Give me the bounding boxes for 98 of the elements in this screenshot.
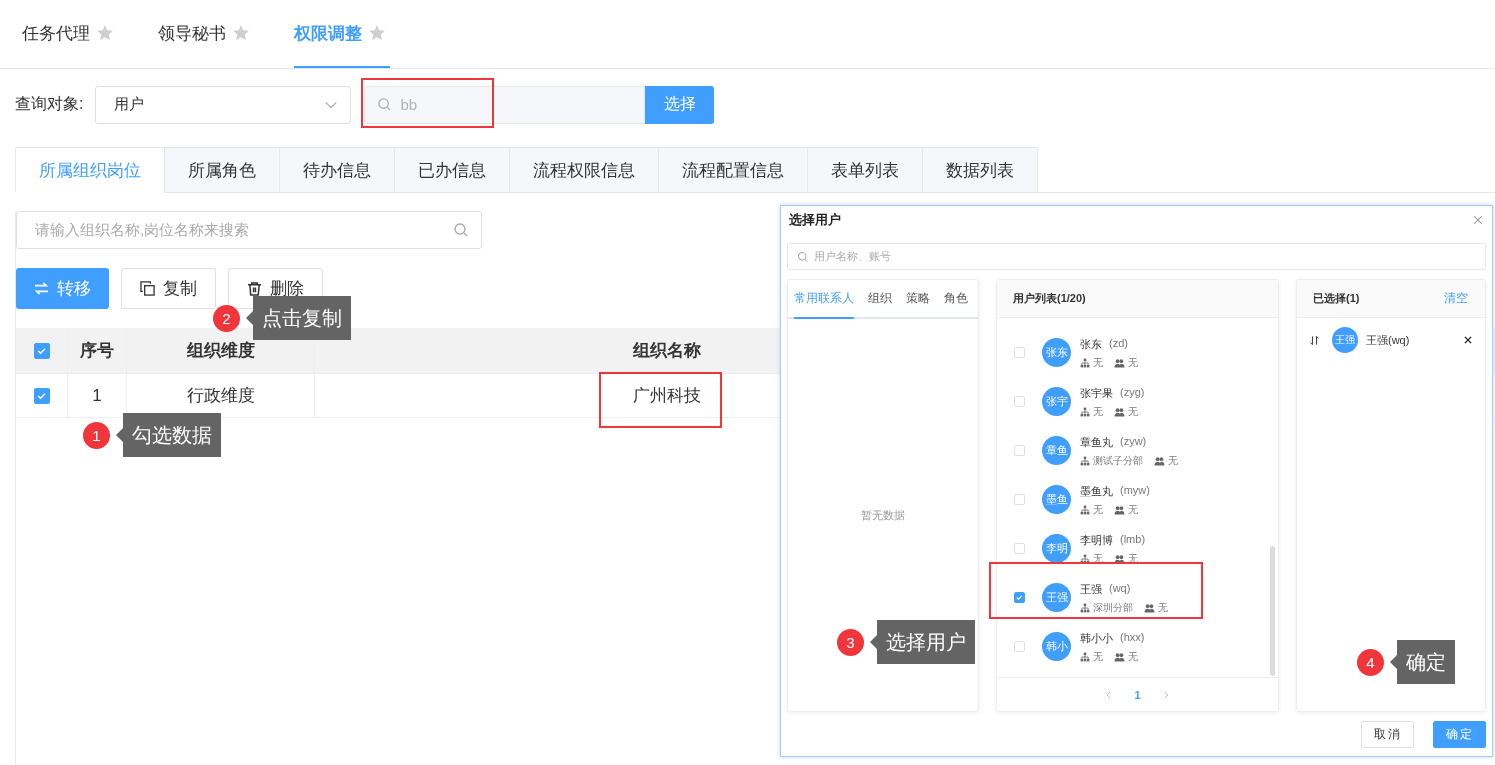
tab[interactable]: 组织 — [868, 280, 892, 319]
people-icon — [1114, 553, 1125, 564]
role-name: 无 — [1128, 405, 1138, 418]
tab[interactable]: 数据列表 — [923, 147, 1038, 193]
user-item[interactable]: 韩小 韩小小 (hxx) 无 无 — [997, 622, 1278, 671]
people-icon — [1114, 651, 1125, 662]
swap-icon — [34, 281, 49, 296]
org-name: 无 — [1093, 650, 1103, 663]
callout-tooltip: 勾选数据 — [116, 413, 221, 457]
selected-user: 王强(wq) — [1366, 332, 1411, 348]
org-name: 测试子分部 — [1093, 454, 1143, 467]
org-name: 无 — [1093, 405, 1103, 418]
empty-text: 暂无数据 — [861, 507, 905, 523]
star-icon — [368, 24, 386, 42]
star-icon — [96, 24, 114, 42]
avatar: 墨鱼 — [1042, 485, 1071, 514]
org-name: 深圳分部 — [1093, 601, 1133, 614]
row-checkbox[interactable] — [33, 387, 50, 404]
search-icon — [797, 250, 809, 263]
checkbox[interactable] — [1014, 592, 1025, 603]
user-name: 张宇果 — [1080, 385, 1113, 401]
tab[interactable]: 流程权限信息 — [510, 147, 659, 193]
callout-tooltip: 点击复制 — [246, 296, 351, 340]
copy-button[interactable]: 复制 — [121, 268, 216, 309]
avatar: 张宇 — [1042, 387, 1071, 416]
tab[interactable]: 流程配置信息 — [659, 147, 808, 193]
callout-tooltip: 选择用户 — [870, 620, 975, 664]
check-icon — [1015, 593, 1024, 602]
tab[interactable]: 任务代理 — [22, 0, 118, 68]
role-name: 无 — [1168, 454, 1178, 467]
tab[interactable]: 表单列表 — [808, 147, 923, 193]
org-name: 无 — [1093, 503, 1103, 516]
org-icon — [1080, 357, 1090, 368]
avatar: 王强 — [1042, 583, 1071, 612]
scrollbar[interactable] — [1270, 546, 1275, 676]
avatar: 章鱼 — [1042, 436, 1071, 465]
close-icon — [1472, 214, 1484, 226]
panel-title: 用户列表(1/20) — [1013, 291, 1086, 306]
select-all-checkbox[interactable] — [33, 342, 50, 359]
people-icon — [1154, 455, 1165, 466]
user-account: (zd) — [1109, 336, 1128, 351]
role-name: 无 — [1128, 356, 1138, 369]
user-name: 李明博 — [1080, 532, 1113, 548]
cancel-button[interactable]: 取消 — [1361, 721, 1414, 748]
search-icon — [377, 97, 393, 112]
user-account: (wq) — [1109, 581, 1131, 596]
copy-icon — [140, 281, 155, 296]
tab[interactable]: 所属角色 — [165, 147, 280, 193]
people-icon — [1114, 406, 1125, 417]
sort-icon — [1309, 334, 1320, 346]
people-icon — [1114, 504, 1125, 515]
org-icon — [1080, 504, 1090, 515]
column-header: 序号 — [68, 328, 127, 373]
user-account: (lmb) — [1120, 532, 1146, 547]
user-account: (zyg) — [1120, 385, 1145, 400]
object-select[interactable]: 用户 — [95, 85, 352, 124]
user-name: 王强 — [1080, 581, 1102, 597]
user-account: (hxx) — [1120, 630, 1145, 645]
dialog-title: 选择用户 — [789, 211, 841, 229]
avatar: 李明 — [1042, 534, 1071, 563]
role-name: 无 — [1128, 650, 1138, 663]
avatar: 张东 — [1042, 338, 1071, 367]
user-name: 墨鱼丸 — [1080, 483, 1113, 499]
avatar: 韩小 — [1042, 632, 1071, 661]
people-icon — [1114, 357, 1125, 368]
close-icon — [1463, 335, 1473, 345]
close-button[interactable] — [1472, 214, 1484, 226]
user-name: 章鱼丸 — [1080, 434, 1113, 450]
org-icon — [1080, 455, 1090, 466]
step-number: 1 — [83, 421, 110, 449]
callout-tooltip: 确定 — [1390, 640, 1455, 684]
org-icon — [1080, 602, 1090, 613]
star-icon — [232, 24, 250, 42]
user-account: (zyw) — [1120, 434, 1147, 449]
user-item[interactable]: 王强 王强 (wq) 深圳分部 无 — [997, 573, 1278, 622]
user-name: 韩小小 — [1080, 630, 1113, 646]
panel-title: 已选择(1) — [1313, 291, 1360, 306]
org-icon — [1080, 553, 1090, 564]
query-label: 查询对象: — [15, 94, 84, 114]
search-icon — [453, 222, 469, 238]
org-icon — [1080, 406, 1090, 417]
avatar: 王强 — [1332, 327, 1358, 353]
tab[interactable]: 领导秘书 — [158, 0, 254, 68]
remove-button[interactable] — [1463, 335, 1473, 345]
people-icon — [1144, 602, 1155, 613]
tab[interactable]: 待办信息 — [280, 147, 395, 193]
trash-icon — [247, 281, 262, 296]
user-account: (myw) — [1120, 483, 1150, 498]
org-icon — [1080, 651, 1090, 662]
tab[interactable]: 角色 — [944, 280, 968, 319]
user-item[interactable]: 墨鱼 墨鱼丸 (myw) 无 无 — [997, 475, 1278, 524]
user-name: 张东 — [1080, 336, 1102, 352]
tab[interactable]: 策略 — [906, 280, 930, 319]
role-name: 无 — [1128, 503, 1138, 516]
org-name: 无 — [1093, 356, 1103, 369]
role-name: 无 — [1158, 601, 1168, 614]
user-item[interactable]: 章鱼 章鱼丸 (zyw) 测试子分部 无 — [997, 426, 1278, 475]
tab[interactable]: 已办信息 — [395, 147, 510, 193]
